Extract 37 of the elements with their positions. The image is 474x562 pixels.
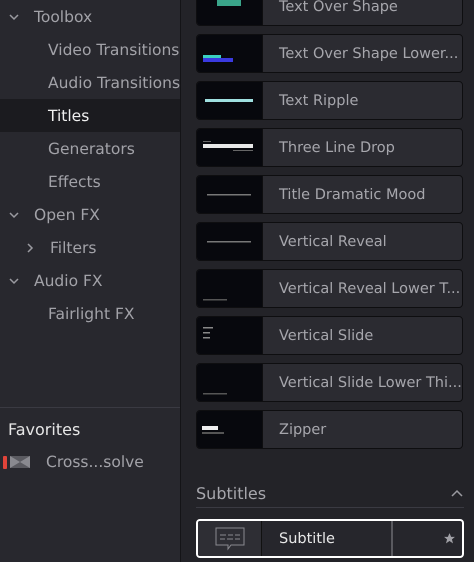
favorite-item[interactable]: Cross...solve xyxy=(46,453,144,471)
tree-item[interactable]: Open FX xyxy=(0,198,180,231)
title-card[interactable]: Three Line Drop xyxy=(196,128,463,167)
tree-item[interactable]: Audio FX xyxy=(0,264,180,297)
tree-item[interactable]: Effects xyxy=(0,165,180,198)
title-name: Text Ripple xyxy=(278,92,358,108)
section-title: Subtitles xyxy=(196,484,266,502)
star-icon[interactable] xyxy=(442,532,456,545)
chevron-up-icon[interactable] xyxy=(450,488,464,498)
title-card[interactable]: Title Dramatic Mood xyxy=(196,175,463,214)
tree-item[interactable]: Filters xyxy=(0,231,180,264)
title-card[interactable]: Vertical Reveal Lower T... xyxy=(196,269,463,308)
favorites-title: Favorites xyxy=(7,420,82,441)
title-card[interactable]: Vertical Slide Lower Thi... xyxy=(196,363,463,402)
title-name: Vertical Reveal xyxy=(278,234,387,250)
tree-item[interactable]: Fairlight FX xyxy=(0,297,180,330)
tree-item[interactable]: Video Transitions xyxy=(0,33,180,66)
title-name: Text Over Shape Lower... xyxy=(278,46,458,62)
transition-icon xyxy=(9,455,31,469)
caption-icon xyxy=(214,526,245,550)
tree-item[interactable]: Toolbox xyxy=(0,0,180,33)
title-name: Vertical Slide Lower Thi... xyxy=(278,374,462,390)
title-name: Title Dramatic Mood xyxy=(278,186,426,202)
tree-item[interactable]: Titles xyxy=(0,99,180,132)
tree-item[interactable]: Generators xyxy=(0,132,180,165)
title-name: Three Line Drop xyxy=(278,140,395,156)
title-card[interactable]: Text Ripple xyxy=(196,81,463,120)
title-name: Zipper xyxy=(278,422,326,438)
title-card[interactable]: Vertical Slide xyxy=(196,316,463,355)
subtitle-name: Subtitle xyxy=(262,521,394,556)
tree-item[interactable]: Audio Transitions xyxy=(0,66,180,99)
subtitle-card[interactable]: Subtitle xyxy=(196,519,464,558)
title-card[interactable]: Vertical Reveal xyxy=(196,222,463,261)
title-name: Vertical Slide xyxy=(278,328,374,344)
title-card[interactable]: Text Over Shape Lower... xyxy=(196,34,463,73)
title-card[interactable]: Zipper xyxy=(196,410,463,449)
title-name: Vertical Reveal Lower T... xyxy=(278,280,460,296)
